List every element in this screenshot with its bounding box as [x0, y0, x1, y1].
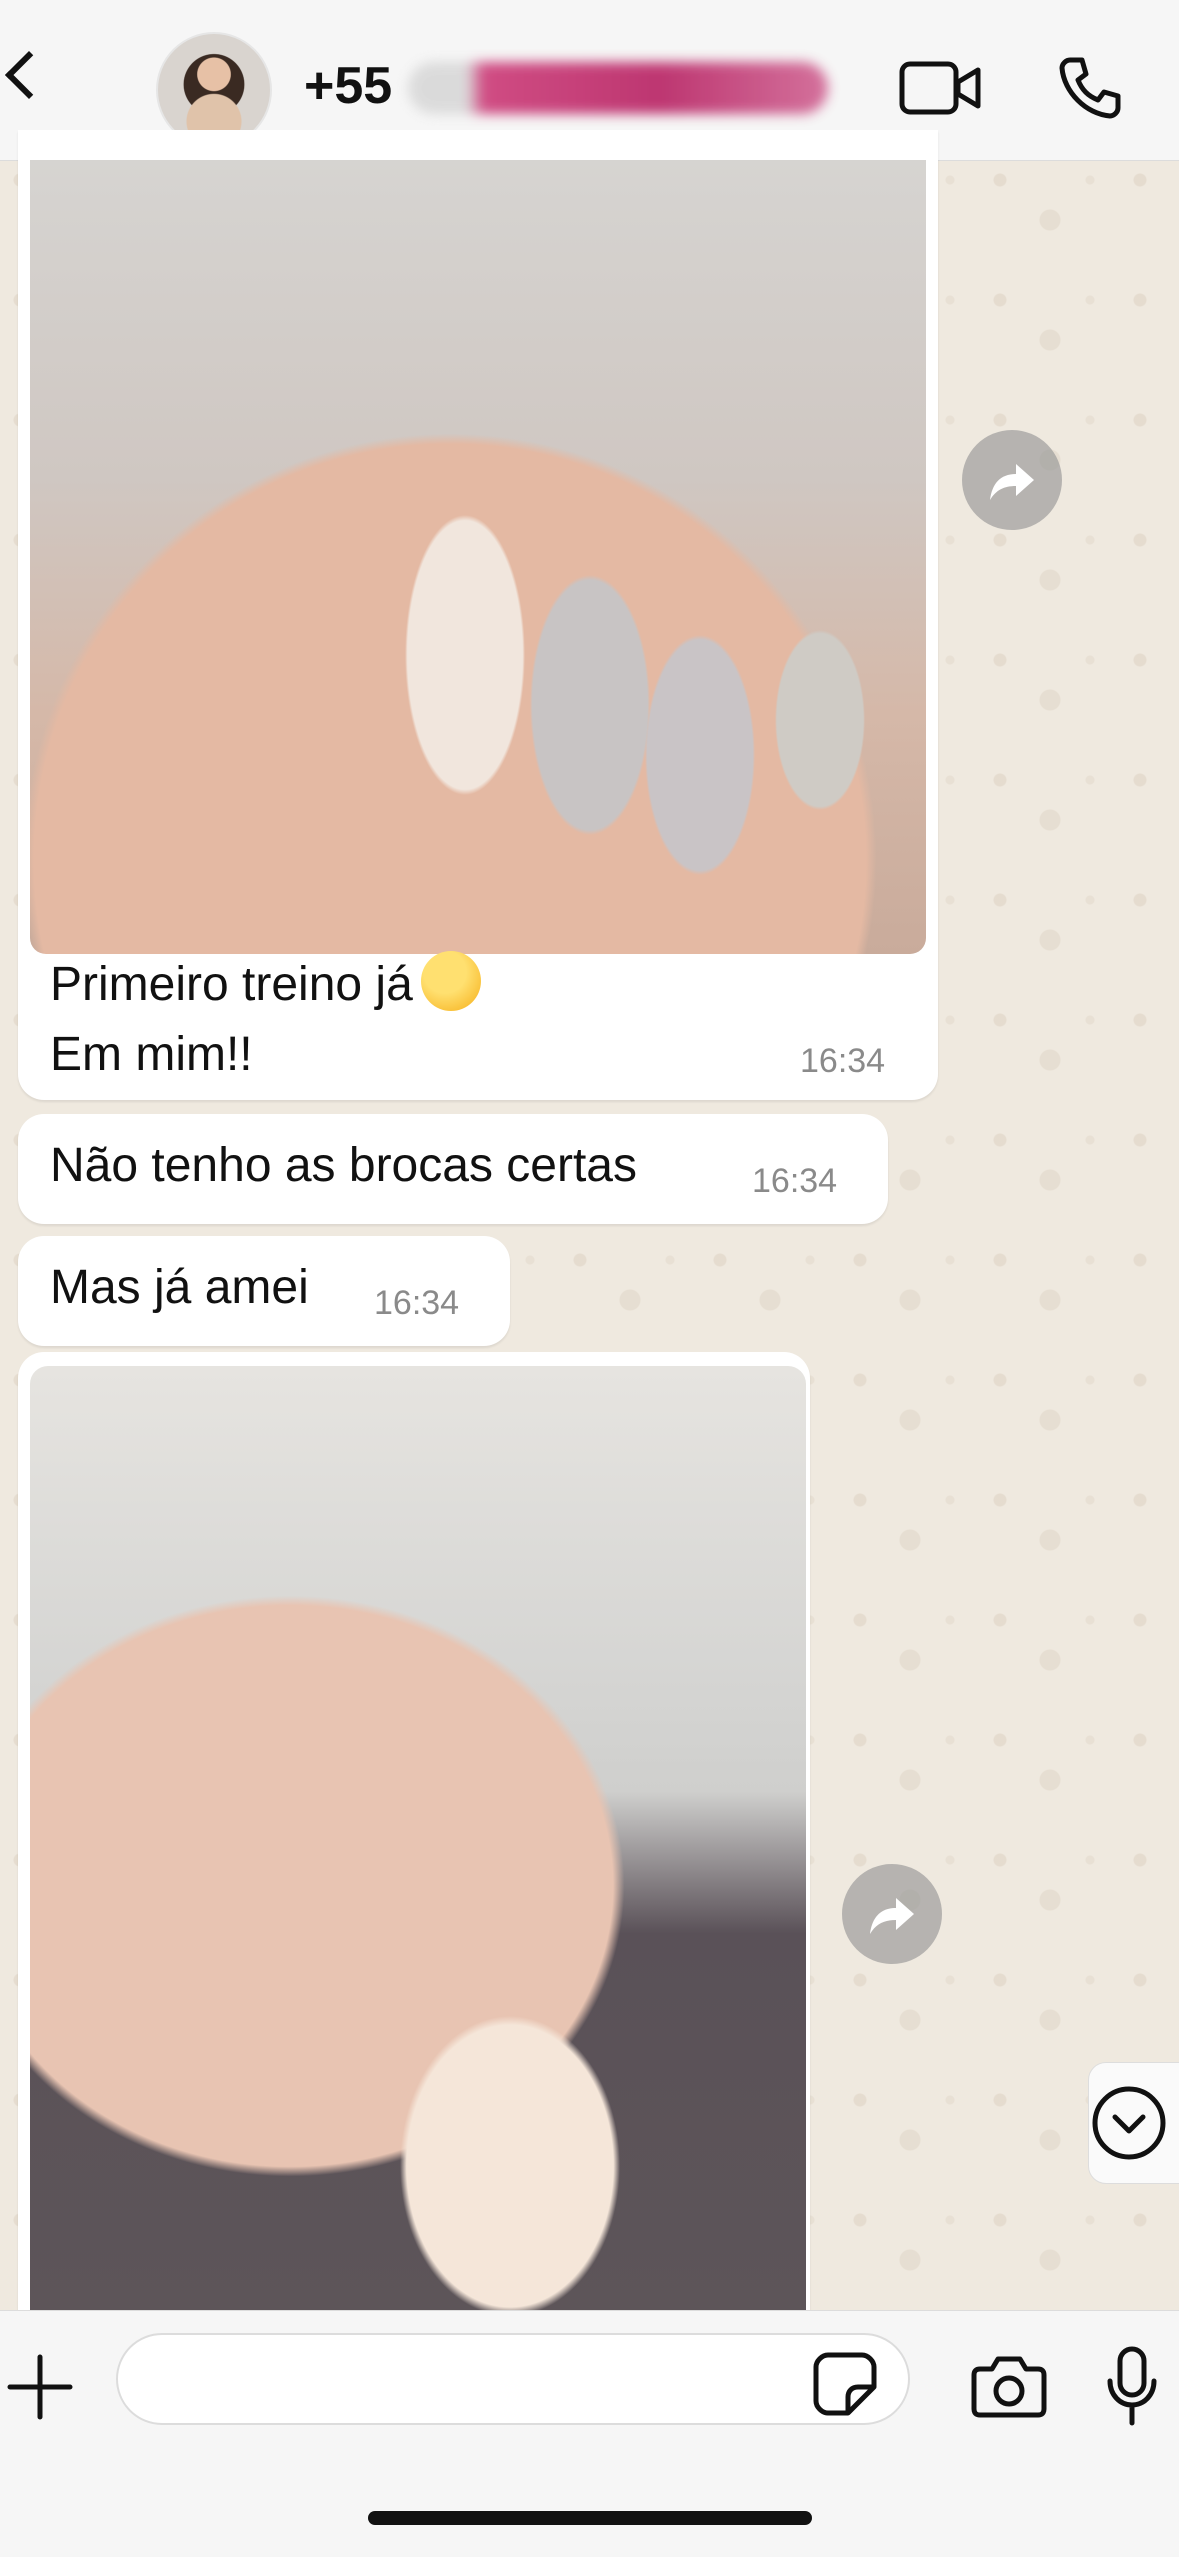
- message-time: 16:34: [800, 1042, 886, 1080]
- camera-icon[interactable]: [970, 2353, 1048, 2419]
- forward-button[interactable]: [962, 430, 1062, 530]
- video-camera-icon[interactable]: [898, 56, 982, 120]
- chevron-down-circle-icon: [1092, 2086, 1166, 2160]
- redacted-phone-number: [408, 62, 828, 114]
- message-text: Mas já amei: [50, 1261, 309, 1314]
- phone-icon[interactable]: [1056, 54, 1124, 122]
- contact-name[interactable]: +55: [304, 56, 392, 116]
- plus-icon[interactable]: [6, 2353, 74, 2421]
- image-message[interactable]: Primeiro treino já Em mim!! 16:34: [18, 130, 938, 1100]
- message-caption: Primeiro treino já Em mim!!: [50, 950, 481, 1090]
- forward-arrow-icon: [990, 464, 1034, 500]
- forward-button[interactable]: [842, 1864, 942, 1964]
- chevron-left-icon[interactable]: [4, 50, 54, 100]
- scroll-to-bottom-button[interactable]: [1088, 2062, 1179, 2184]
- sticker-icon[interactable]: [812, 2351, 878, 2417]
- image-message[interactable]: [18, 1352, 810, 2312]
- message-composer: [0, 2310, 1179, 2557]
- message-time: 16:34: [374, 1284, 460, 1322]
- message-input[interactable]: [116, 2333, 910, 2425]
- nail-photo[interactable]: [30, 1366, 806, 2312]
- text-message[interactable]: Não tenho as brocas certas 16:34: [18, 1114, 888, 1224]
- home-indicator: [368, 2511, 812, 2525]
- hand-over-mouth-emoji-icon: [420, 951, 481, 1012]
- microphone-icon[interactable]: [1106, 2345, 1158, 2429]
- forward-arrow-icon: [870, 1898, 914, 1934]
- message-time: 16:34: [752, 1162, 838, 1200]
- nails-photo[interactable]: [30, 160, 926, 954]
- caption-line-1: Primeiro treino já: [50, 958, 413, 1011]
- text-message[interactable]: Mas já amei 16:34: [18, 1236, 510, 1346]
- message-text: Não tenho as brocas certas: [50, 1139, 637, 1192]
- caption-line-2: Em mim!!: [50, 1028, 253, 1081]
